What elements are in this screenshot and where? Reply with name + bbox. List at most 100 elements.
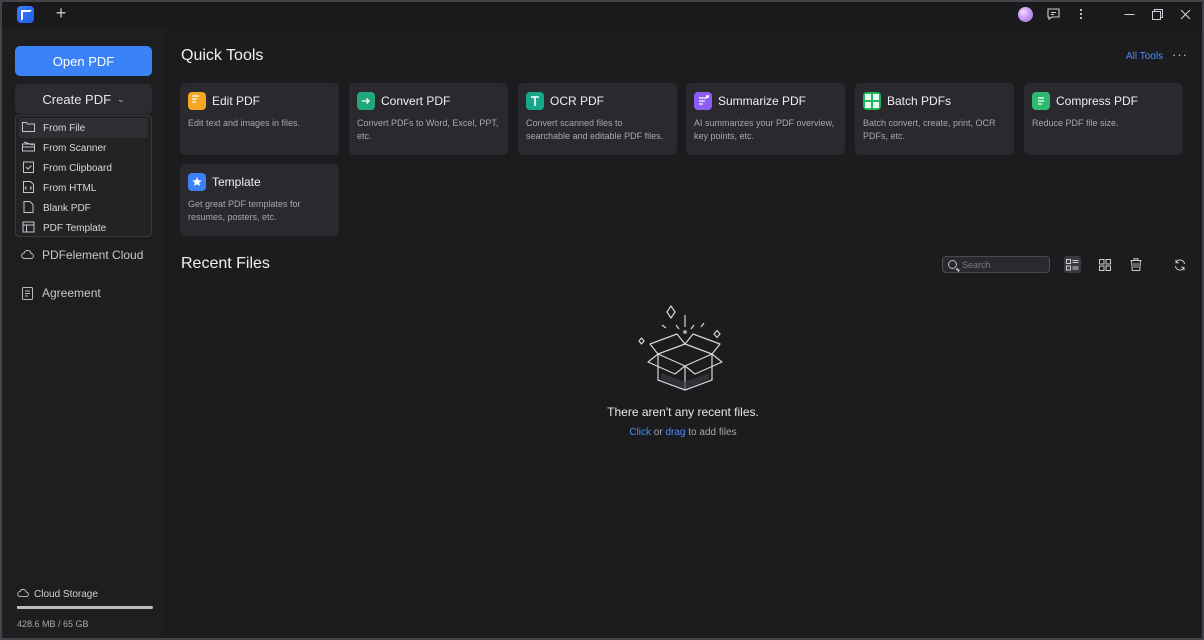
message-icon[interactable] (1042, 4, 1064, 24)
create-pdf-label: Create PDF (42, 91, 112, 107)
menu-item-from-html[interactable]: From HTML (19, 178, 148, 198)
empty-or-text: or (651, 427, 666, 438)
tool-card-header: Compress PDF (1032, 92, 1175, 110)
click-link[interactable]: Click (629, 427, 651, 438)
sidebar-item-label: Agreement (42, 286, 101, 300)
empty-state: There aren't any recent files. Click or … (164, 405, 1202, 438)
minimize-icon[interactable] (1118, 4, 1140, 24)
menu-item-label: From Scanner (43, 142, 107, 154)
chevron-down-icon: ⌄ (117, 93, 125, 104)
tool-card-title: Batch PDFs (887, 94, 952, 108)
tool-card-header: Edit PDF (188, 92, 331, 110)
close-icon[interactable] (1174, 4, 1196, 24)
tool-card-title: Convert PDF (381, 94, 451, 108)
folder-icon (22, 121, 35, 135)
trash-icon[interactable] (1127, 256, 1144, 273)
sidebar-item-label: PDFelement Cloud (42, 248, 144, 262)
storage-size: 428.6 MB / 65 GB (17, 619, 89, 629)
tool-card-edit-pdf[interactable]: Edit PDF Edit text and images in files. (180, 83, 339, 155)
refresh-icon[interactable] (1171, 256, 1188, 273)
tool-card-title: OCR PDF (550, 94, 604, 108)
empty-state-title: There aren't any recent files. (607, 405, 759, 419)
menu-item-label: PDF Template (43, 222, 107, 234)
tool-card-header: OCR PDF (526, 92, 669, 110)
new-tab-button[interactable]: + (52, 4, 70, 22)
create-pdf-button[interactable]: Create PDF ⌄ (15, 84, 152, 114)
quick-tools-title: Quick Tools (181, 47, 264, 64)
recent-files-title: Recent Files (181, 255, 270, 272)
blank-page-icon (22, 200, 35, 216)
tool-card-description: Get great PDF templates for resumes, pos… (188, 199, 301, 222)
search-icon (948, 260, 957, 269)
edit-pdf-icon (188, 92, 206, 110)
storage-progress-fill (17, 606, 18, 609)
account-button[interactable] (1014, 4, 1036, 24)
open-pdf-button[interactable]: Open PDF (15, 46, 152, 76)
clipboard-icon (22, 161, 35, 176)
empty-state-subtitle: Click or drag to add files (164, 427, 1202, 438)
tool-card-title: Summarize PDF (718, 94, 807, 108)
tool-card-compress-pdf[interactable]: Compress PDF Reduce PDF file size. (1024, 83, 1183, 155)
tool-card-description: Reduce PDF file size. (1032, 118, 1119, 128)
tool-card-ocr-pdf[interactable]: OCR PDF Convert scanned files to searchab… (518, 83, 677, 155)
menu-item-pdf-template[interactable]: PDF Template (19, 218, 148, 238)
app-logo-icon[interactable] (17, 6, 34, 23)
tool-card-title: Compress PDF (1056, 94, 1139, 108)
sidebar-item-pdfelement-cloud[interactable]: PDFelement Cloud (21, 248, 143, 262)
all-tools-link[interactable]: All Tools (1126, 51, 1163, 62)
menu-item-from-scanner[interactable]: From Scanner (19, 138, 148, 158)
tool-card-summarize-pdf[interactable]: Summarize PDF AI summarizes your PDF over… (686, 83, 845, 155)
title-bar: + (0, 0, 1204, 28)
menu-item-label: From Clipboard (43, 162, 112, 174)
tool-card-description: Batch convert, create, print, OCR PDFs, … (863, 118, 996, 141)
cloud-storage-label: Cloud Storage (17, 588, 154, 600)
template-icon (22, 221, 35, 236)
tool-card-convert-pdf[interactable]: Convert PDF Convert PDFs to Word, Excel, … (349, 83, 508, 155)
tool-card-header: Template (188, 173, 331, 191)
drag-link[interactable]: drag (665, 427, 685, 438)
cloud-storage-text: Cloud Storage (34, 588, 98, 600)
template-icon (188, 173, 206, 191)
empty-rest-text: to add files (685, 427, 737, 438)
menu-item-from-file[interactable]: From File (19, 118, 148, 138)
tool-card-header: Batch PDFs (863, 92, 1006, 110)
tool-card-description: AI summarizes your PDF overview, key poi… (694, 118, 835, 141)
list-view-icon[interactable] (1064, 256, 1081, 273)
convert-pdf-icon (357, 92, 375, 110)
summarize-pdf-icon (694, 92, 712, 110)
tool-card-title: Template (212, 175, 261, 189)
ocr-pdf-icon (526, 92, 544, 110)
more-options-icon[interactable]: ··· (1172, 47, 1188, 62)
tool-card-title: Edit PDF (212, 94, 261, 108)
sidebar-item-agreement[interactable]: Agreement (21, 286, 101, 300)
tool-card-header: Summarize PDF (694, 92, 837, 110)
recent-files-search[interactable] (942, 256, 1050, 273)
tool-card-description: Convert PDFs to Word, Excel, PPT, etc. (357, 118, 499, 141)
compress-pdf-icon (1032, 92, 1050, 110)
restore-icon[interactable] (1146, 4, 1168, 24)
scanner-icon (22, 141, 35, 155)
tool-card-description: Edit text and images in files. (188, 118, 301, 128)
tool-card-header: Convert PDF (357, 92, 500, 110)
window-controls (1014, 4, 1196, 24)
menu-item-label: From HTML (43, 182, 97, 194)
tool-card-template[interactable]: Template Get great PDF templates for resu… (180, 164, 339, 236)
search-input[interactable] (962, 259, 1042, 270)
more-vertical-icon[interactable] (1070, 4, 1092, 24)
main-content: Quick Tools All Tools ··· Edit PDF Edit t… (164, 28, 1202, 638)
batch-pdfs-icon (863, 92, 881, 110)
create-pdf-menu: From File From Scanner From Clipboard Fr… (15, 115, 152, 237)
cloud-storage[interactable]: Cloud Storage 428.6 MB / 65 GB (17, 588, 154, 629)
tool-card-description: Convert scanned files to searchable and … (526, 118, 664, 141)
empty-box-illustration (638, 305, 723, 391)
menu-item-label: Blank PDF (43, 202, 91, 214)
agreement-icon (21, 287, 33, 300)
tool-card-batch-pdfs[interactable]: Batch PDFs Batch convert, create, print, … (855, 83, 1014, 155)
cloud-icon (17, 588, 29, 600)
sidebar: Open PDF Create PDF ⌄ From File From Sca… (2, 28, 164, 638)
cloud-icon (21, 249, 34, 261)
grid-view-icon[interactable] (1096, 256, 1113, 273)
menu-item-from-clipboard[interactable]: From Clipboard (19, 158, 148, 178)
avatar (1017, 6, 1033, 22)
menu-item-blank-pdf[interactable]: Blank PDF (19, 198, 148, 218)
